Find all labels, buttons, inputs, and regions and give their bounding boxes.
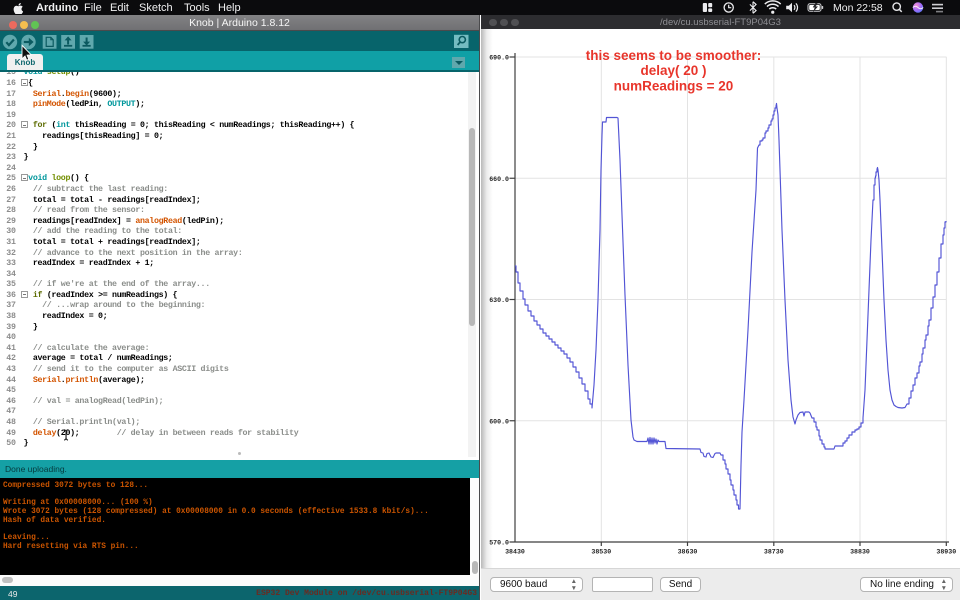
svg-text:600.0: 600.0: [489, 418, 509, 425]
svg-text:38430: 38430: [505, 549, 525, 556]
svg-text:38530: 38530: [591, 549, 611, 556]
svg-text:38930: 38930: [936, 549, 956, 556]
svg-text:570.0: 570.0: [489, 540, 509, 547]
svg-text:delay( 20 ): delay( 20 ): [640, 63, 706, 78]
svg-text:660.0: 660.0: [489, 176, 509, 183]
svg-text:38630: 38630: [678, 549, 698, 556]
svg-text:this seems to be smoother:: this seems to be smoother:: [586, 48, 762, 63]
svg-text:690.0: 690.0: [489, 55, 509, 62]
svg-text:38730: 38730: [764, 549, 784, 556]
svg-text:numReadings = 20: numReadings = 20: [614, 79, 734, 94]
svg-text:38830: 38830: [850, 549, 870, 556]
svg-text:630.0: 630.0: [489, 297, 509, 304]
